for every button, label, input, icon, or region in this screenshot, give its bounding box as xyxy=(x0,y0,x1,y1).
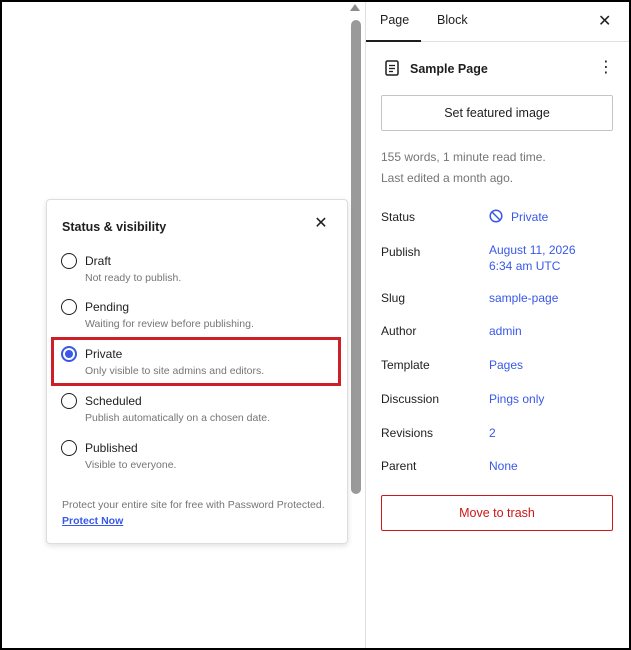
template-label: Template xyxy=(381,358,430,372)
option-description: Publish automatically on a chosen date. xyxy=(85,412,271,424)
set-featured-image-button[interactable]: Set featured image xyxy=(381,95,613,131)
status-visibility-popover: Status & visibility ✕ Draft Not ready to… xyxy=(46,199,348,544)
tab-block[interactable]: Block xyxy=(437,13,468,27)
author-value[interactable]: admin xyxy=(489,324,522,338)
template-value[interactable]: Pages xyxy=(489,358,523,372)
option-label: Draft xyxy=(85,254,112,268)
discussion-value[interactable]: Pings only xyxy=(489,392,544,406)
more-options-icon[interactable]: ⋮ xyxy=(598,60,614,78)
status-option-pending[interactable]: Pending Waiting for review before publis… xyxy=(61,299,337,339)
document-icon xyxy=(385,60,399,76)
revisions-value[interactable]: 2 xyxy=(489,426,496,440)
active-tab-indicator xyxy=(366,40,421,42)
popover-close-icon[interactable]: ✕ xyxy=(313,216,329,232)
revisions-label: Revisions xyxy=(381,426,434,440)
radio-published[interactable] xyxy=(61,440,77,456)
close-sidebar-icon[interactable]: ✕ xyxy=(598,11,611,31)
protect-now-link[interactable]: Protect Now xyxy=(62,515,123,527)
status-option-published[interactable]: Published Visible to everyone. xyxy=(61,440,337,480)
slug-label: Slug xyxy=(381,291,406,305)
private-option-highlight xyxy=(51,337,341,386)
status-option-draft[interactable]: Draft Not ready to publish. xyxy=(61,253,337,293)
page-title: Sample Page xyxy=(410,62,488,76)
popover-title: Status & visibility xyxy=(62,220,167,234)
sidebar-tabs: Page Block ✕ xyxy=(366,2,629,42)
slug-value[interactable]: sample-page xyxy=(489,291,558,305)
option-label: Published xyxy=(85,441,138,455)
move-to-trash-button[interactable]: Move to trash xyxy=(381,495,613,531)
radio-scheduled[interactable] xyxy=(61,393,77,409)
tab-page[interactable]: Page xyxy=(380,13,409,27)
password-protected-note: Protect your entire site for free with P… xyxy=(62,497,332,529)
option-label: Pending xyxy=(85,300,130,314)
scrollbar-thumb[interactable] xyxy=(351,20,361,494)
option-description: Visible to everyone. xyxy=(85,459,177,471)
author-label: Author xyxy=(381,324,417,338)
last-edited-text: Last edited a month ago. xyxy=(381,171,514,185)
option-description: Not ready to publish. xyxy=(85,272,182,284)
radio-pending[interactable] xyxy=(61,299,77,315)
publish-date: August 11, 2026 xyxy=(489,243,576,257)
status-value[interactable]: Private xyxy=(511,210,548,224)
discussion-label: Discussion xyxy=(381,392,440,406)
note-text: Protect your entire site for free with P… xyxy=(62,499,325,511)
option-description: Waiting for review before publishing. xyxy=(85,318,254,330)
option-label: Scheduled xyxy=(85,394,142,408)
parent-value[interactable]: None xyxy=(489,459,518,473)
word-count-text: 155 words, 1 minute read time. xyxy=(381,150,546,164)
status-option-scheduled[interactable]: Scheduled Publish automatically on a cho… xyxy=(61,393,337,433)
status-label: Status xyxy=(381,210,416,224)
private-status-icon xyxy=(489,209,503,223)
scroll-up-arrow-icon[interactable] xyxy=(350,4,360,11)
sidebar-divider xyxy=(365,2,366,648)
publish-label: Publish xyxy=(381,245,421,259)
radio-draft[interactable] xyxy=(61,253,77,269)
publish-time: 6:34 am UTC xyxy=(489,259,561,273)
parent-label: Parent xyxy=(381,459,417,473)
publish-value[interactable]: August 11, 2026 6:34 am UTC xyxy=(489,242,576,274)
